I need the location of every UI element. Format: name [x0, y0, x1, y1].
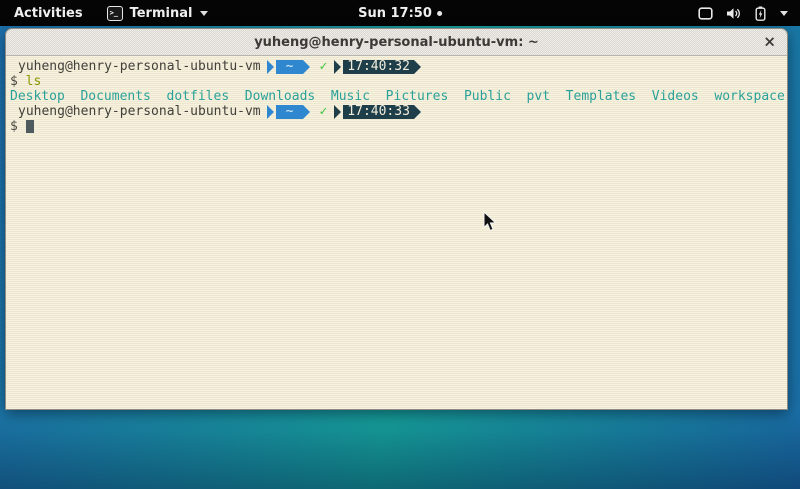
directory-name: Music	[331, 89, 370, 104]
app-menu-button[interactable]: >_ Terminal	[107, 6, 209, 21]
directory-name: dotfiles	[167, 89, 230, 104]
powerline-arrow-icon	[414, 60, 421, 74]
directory-name: Desktop	[10, 89, 65, 104]
powerline-arrow-icon	[303, 105, 310, 119]
chevron-down-icon	[200, 11, 208, 16]
status-check-icon: ✓	[319, 104, 327, 119]
powerline-arrow-icon	[334, 105, 341, 119]
window-title: yuheng@henry-personal-ubuntu-vm: ~	[254, 35, 539, 50]
top-bar: Activities >_ Terminal Sun 17:50	[0, 0, 800, 26]
display-icon	[698, 7, 713, 20]
ls-output-line: Desktop Documents dotfiles Downloads Music Pi…	[10, 89, 783, 104]
terminal-window: yuheng@henry-personal-ubuntu-vm: ~ × yuh…	[5, 28, 788, 410]
chevron-down-icon	[780, 11, 788, 16]
prompt-symbol: $	[10, 74, 18, 89]
close-button[interactable]: ×	[763, 35, 776, 50]
directory-name: Public	[464, 89, 511, 104]
prompt-user-host: yuheng@henry-personal-ubuntu-vm	[10, 104, 261, 119]
prompt-cwd: ~	[276, 105, 304, 119]
mouse-pointer-icon	[483, 211, 497, 236]
activities-button[interactable]: Activities	[12, 6, 85, 21]
directory-name: Downloads	[245, 89, 315, 104]
prompt-time: 17:40:33	[343, 105, 414, 119]
directory-name: pvt	[527, 89, 550, 104]
prompt-cwd: ~	[276, 60, 304, 74]
prompt-symbol: $	[10, 119, 18, 134]
directory-name: workspace	[714, 89, 784, 104]
prompt-line: yuheng@henry-personal-ubuntu-vm ~ ✓ 17:4…	[10, 59, 783, 74]
powerline-arrow-icon	[303, 60, 310, 74]
directory-name: Templates	[566, 89, 636, 104]
powerline-arrow-icon	[267, 60, 274, 74]
app-menu-label: Terminal	[130, 6, 193, 21]
prompt-user-host: yuheng@henry-personal-ubuntu-vm	[10, 59, 261, 74]
powerline-arrow-icon	[414, 105, 421, 119]
volume-icon	[726, 7, 742, 20]
desktop: Activities >_ Terminal Sun 17:50	[0, 0, 800, 489]
status-check-icon: ✓	[319, 59, 327, 74]
prompt-time: 17:40:32	[343, 60, 414, 74]
directory-name: Documents	[80, 89, 150, 104]
clock-label: Sun 17:50	[358, 6, 432, 21]
notification-dot-icon	[437, 11, 442, 16]
battery-charging-icon	[755, 6, 766, 21]
directory-name: Videos	[652, 89, 699, 104]
clock-button[interactable]: Sun 17:50	[358, 0, 442, 26]
window-titlebar[interactable]: yuheng@henry-personal-ubuntu-vm: ~ ×	[6, 29, 787, 56]
prompt-line: yuheng@henry-personal-ubuntu-vm ~ ✓ 17:4…	[10, 104, 783, 119]
command-line: $ ls	[10, 74, 783, 89]
text-cursor	[26, 120, 34, 133]
command-line: $	[10, 119, 783, 134]
powerline-arrow-icon	[267, 105, 274, 119]
system-status-menu[interactable]	[698, 0, 788, 26]
powerline-arrow-icon	[334, 60, 341, 74]
terminal-icon: >_	[107, 6, 123, 21]
command-text: ls	[26, 74, 42, 89]
directory-name: Pictures	[386, 89, 449, 104]
terminal-content[interactable]: yuheng@henry-personal-ubuntu-vm ~ ✓ 17:4…	[6, 56, 787, 409]
